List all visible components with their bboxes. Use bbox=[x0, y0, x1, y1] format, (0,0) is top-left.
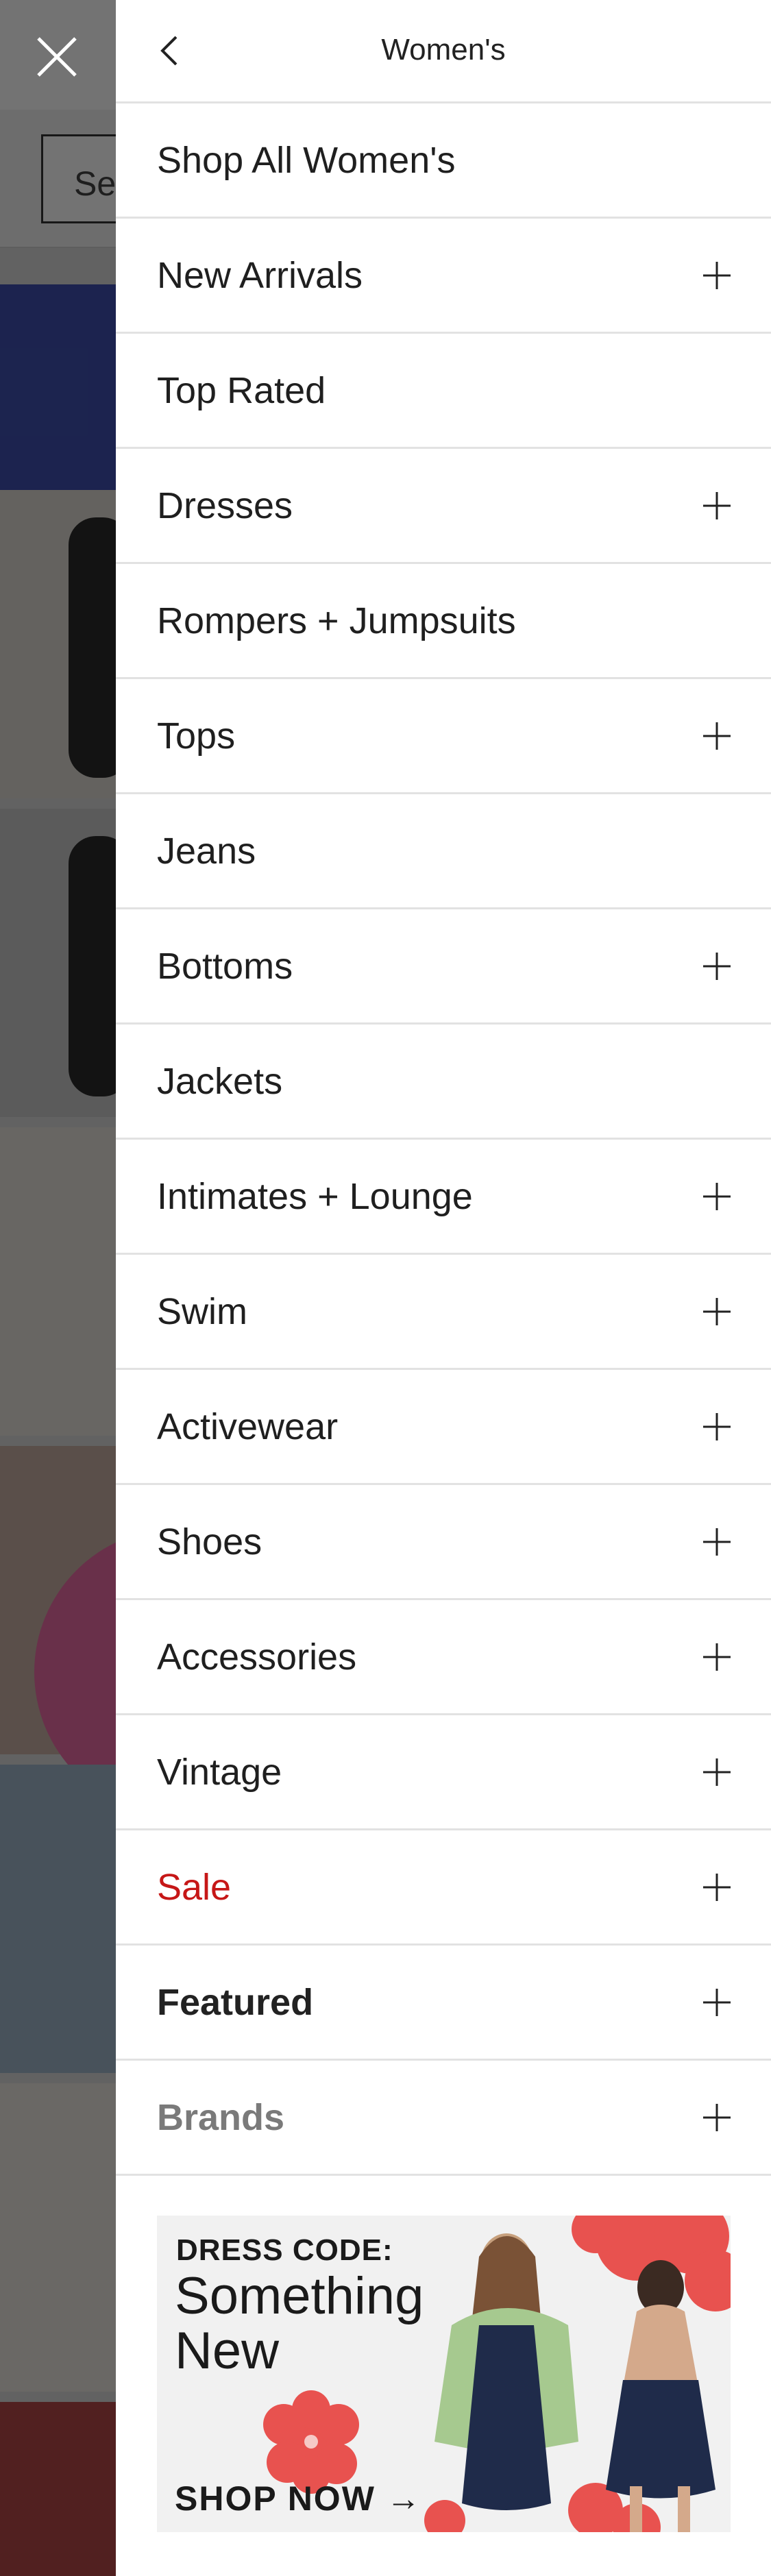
plus-icon[interactable] bbox=[700, 1410, 733, 1443]
menu-item-new-arrivals[interactable]: New Arrivals bbox=[116, 219, 771, 334]
menu-item-top-rated[interactable]: Top Rated bbox=[116, 334, 771, 449]
menu-item-label: Dresses bbox=[157, 484, 293, 526]
menu-item-featured[interactable]: Featured bbox=[116, 1946, 771, 2061]
menu-item-sale[interactable]: Sale bbox=[116, 1830, 771, 1946]
plus-icon[interactable] bbox=[700, 489, 733, 522]
menu-item-dresses[interactable]: Dresses bbox=[116, 449, 771, 564]
menu-item-label: Jeans bbox=[157, 830, 256, 872]
category-menu: Shop All Women's New Arrivals Top Rated Dre… bbox=[116, 103, 771, 2176]
drawer-title: Women's bbox=[381, 33, 506, 66]
menu-item-label: Activewear bbox=[157, 1406, 339, 1447]
promo-kicker: DRESS CODE: bbox=[176, 2233, 393, 2267]
menu-item-label: Vintage bbox=[157, 1751, 282, 1793]
menu-item-label: Intimates + Lounge bbox=[157, 1175, 473, 1217]
menu-item-accessories[interactable]: Accessories bbox=[116, 1600, 771, 1715]
menu-item-label: Brands bbox=[157, 2096, 285, 2138]
close-button[interactable] bbox=[26, 26, 88, 88]
menu-item-label: New Arrivals bbox=[157, 254, 363, 296]
menu-item-label: Shoes bbox=[157, 1521, 262, 1562]
menu-item-label: Bottoms bbox=[157, 945, 293, 987]
menu-item-tops[interactable]: Tops bbox=[116, 679, 771, 794]
menu-item-bottoms[interactable]: Bottoms bbox=[116, 909, 771, 1025]
plus-icon[interactable] bbox=[700, 1180, 733, 1213]
menu-item-jeans[interactable]: Jeans bbox=[116, 794, 771, 909]
menu-item-label: Featured bbox=[157, 1981, 314, 2023]
menu-item-label: Jackets bbox=[157, 1060, 283, 1102]
menu-item-rompers-jumpsuits[interactable]: Rompers + Jumpsuits bbox=[116, 564, 771, 679]
menu-item-jackets[interactable]: Jackets bbox=[116, 1025, 771, 1140]
menu-item-label: Shop All Women's bbox=[157, 139, 456, 181]
menu-item-vintage[interactable]: Vintage bbox=[116, 1715, 771, 1830]
plus-icon[interactable] bbox=[700, 1756, 733, 1789]
plus-icon[interactable] bbox=[700, 1295, 733, 1328]
menu-item-label: Top Rated bbox=[157, 369, 326, 411]
menu-item-shop-all-women-s[interactable]: Shop All Women's bbox=[116, 103, 771, 219]
menu-item-intimates-lounge[interactable]: Intimates + Lounge bbox=[116, 1140, 771, 1255]
menu-item-brands[interactable]: Brands bbox=[116, 2061, 771, 2176]
plus-icon[interactable] bbox=[700, 259, 733, 292]
plus-icon[interactable] bbox=[700, 720, 733, 752]
plus-icon[interactable] bbox=[700, 1871, 733, 1904]
menu-item-label: Accessories bbox=[157, 1636, 357, 1678]
menu-item-label: Swim bbox=[157, 1290, 247, 1332]
menu-item-shoes[interactable]: Shoes bbox=[116, 1485, 771, 1600]
plus-icon[interactable] bbox=[700, 1525, 733, 1558]
menu-item-activewear[interactable]: Activewear bbox=[116, 1370, 771, 1485]
plus-icon[interactable] bbox=[700, 1986, 733, 2019]
drawer-header: Women's bbox=[116, 0, 771, 103]
close-icon bbox=[37, 37, 77, 77]
promo-headline: Something New bbox=[175, 2267, 424, 2380]
menu-item-swim[interactable]: Swim bbox=[116, 1255, 771, 1370]
category-drawer: Women's Shop All Women's New Arrivals Top … bbox=[116, 0, 771, 2576]
promo-cta[interactable]: SHOP NOW → bbox=[175, 2479, 422, 2518]
promo-banner[interactable]: DRESS CODE: Something New SHOP NOW → bbox=[157, 2216, 731, 2532]
plus-icon[interactable] bbox=[700, 1641, 733, 1673]
plus-icon[interactable] bbox=[700, 2101, 733, 2134]
menu-item-label: Sale bbox=[157, 1866, 232, 1908]
plus-icon[interactable] bbox=[700, 950, 733, 983]
menu-item-label: Tops bbox=[157, 715, 236, 757]
menu-item-label: Rompers + Jumpsuits bbox=[157, 600, 516, 641]
